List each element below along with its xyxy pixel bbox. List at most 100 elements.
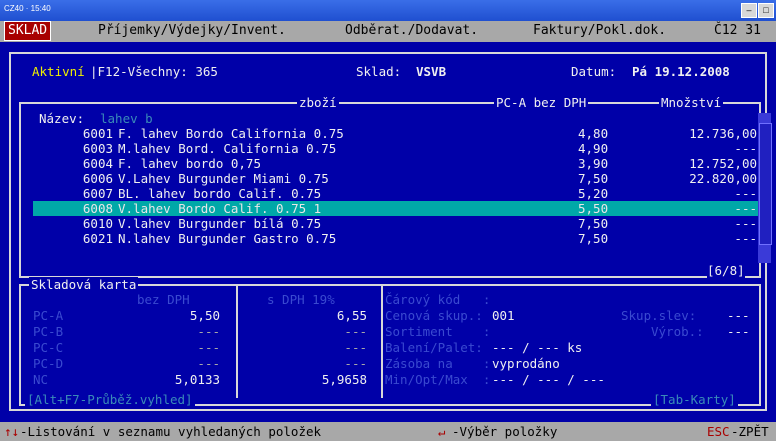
item-number: 6001 [82, 126, 113, 141]
col-qty: Množství [659, 95, 724, 110]
card-title: Skladová karta [29, 277, 139, 292]
item-name: M.lahev Bord. California 0.75 [118, 141, 337, 156]
col-zbozi: zboží [297, 95, 339, 110]
item-price: 7,50 [578, 231, 609, 246]
baleni-label: Balení/Palet: [385, 340, 483, 355]
price-bez-dph: 5,0133 [174, 372, 220, 387]
price-s-dph: --- [344, 324, 367, 339]
list-item[interactable]: 6004 F. lahev bordo 0,75 3,90 12.752,00 [33, 156, 759, 171]
price-bez-dph: --- [197, 340, 220, 355]
vyrob-value: --- [727, 324, 750, 339]
col-price: PC-A bez DPH [494, 95, 589, 110]
cenova-skup-label: Cenová skup.: [385, 308, 483, 323]
item-quantity: --- [734, 231, 757, 246]
maximize-icon[interactable]: □ [758, 3, 774, 18]
card-divider-2 [381, 286, 383, 398]
cenova-skup-value: 001 [492, 308, 515, 323]
zasoba-value: vyprodáno [492, 356, 560, 371]
list-item[interactable]: 6007 BL. lahev bordo Calif. 0.75 5,20 --- [33, 186, 759, 201]
window-titlebar: CZ40 · 15:40 – □ [0, 0, 776, 21]
item-name: F. lahev bordo 0,75 [118, 156, 261, 171]
price-row-label: PC-C [33, 340, 64, 355]
vyrob-label: Výrob.: [651, 324, 704, 339]
item-quantity: --- [734, 141, 757, 156]
price-s-dph: 6,55 [336, 308, 367, 323]
sklad-value: VSVB [416, 64, 447, 79]
item-quantity: 12.736,00 [689, 126, 757, 141]
item-name: V.lahev Bordo Calif. 0.75 1 [118, 201, 322, 216]
item-quantity: 12.752,00 [689, 156, 757, 171]
item-price: 4,80 [578, 126, 609, 141]
item-number: 6021 [82, 231, 113, 246]
item-name: V.lahev Burgunder bílá 0.75 [118, 216, 322, 231]
menu-item-odberat[interactable]: Odběrat./Dodavat. [345, 23, 478, 38]
card-divider-1 [236, 286, 238, 398]
item-price: 4,90 [578, 141, 609, 156]
search-label: Název: [39, 111, 85, 126]
price-bez-dph: 5,50 [189, 308, 220, 323]
main-panel: Aktivní |F12-Všechny: 365 Sklad: VSVB Da… [5, 48, 771, 413]
skup-slev-label: Skup.slev: [621, 308, 697, 323]
alt-f7-search[interactable]: [Alt+F7-Průběž.vyhled] [25, 392, 195, 407]
menu-item-sklad[interactable]: SKLAD [4, 21, 52, 41]
min-opt-max-label: Min/Opt/Max : [385, 372, 491, 387]
list-item[interactable]: 6001 F. lahev Bordo California 0.75 4,80 12… [33, 126, 759, 141]
item-name: F. lahev Bordo California 0.75 [118, 126, 344, 141]
price-row-label: NC [33, 372, 49, 387]
item-quantity: 22.820,00 [689, 171, 757, 186]
menu-bar: SKLAD Příjemky/Výdejky/Invent. Odběrat./… [0, 21, 776, 42]
item-number: 6004 [82, 156, 113, 171]
item-price: 5,50 [578, 201, 609, 216]
filter-all[interactable]: |F12-Všechny: 365 [90, 64, 218, 79]
search-input[interactable]: lahev b [100, 111, 153, 126]
item-price: 7,50 [578, 216, 609, 231]
skup-slev-value: --- [727, 308, 750, 323]
esc-hint: -ZPĚT [731, 424, 769, 439]
enter-icon: ↵ [438, 424, 446, 439]
baleni-value: --- / --- ks [492, 340, 583, 355]
menu-item-prijemky[interactable]: Příjemky/Výdejky/Invent. [98, 23, 286, 38]
select-hint: -Výběr položky [452, 424, 558, 439]
tab-karty[interactable]: [Tab-Karty] [651, 392, 738, 407]
menu-item-c12[interactable]: Č12 31 [714, 23, 761, 38]
price-bez-dph: --- [197, 324, 220, 339]
scrollbar-thumb[interactable] [759, 123, 772, 245]
item-quantity: --- [734, 201, 757, 216]
status-bar: ↑↓ -Listování v seznamu vyhledaných polo… [0, 422, 776, 441]
esc-key[interactable]: ESC [707, 424, 730, 439]
price-bez-dph: --- [197, 356, 220, 371]
menu-item-faktury[interactable]: Faktury/Pokl.dok. [533, 23, 666, 38]
arrows-icon: ↑↓ [4, 424, 20, 439]
price-row-label: PC-B [33, 324, 64, 339]
page-indicator: [6/8] [707, 263, 745, 278]
price-s-dph: --- [344, 356, 367, 371]
min-opt-max-value: --- / --- / --- [492, 372, 605, 387]
list-item[interactable]: 6006 V.Lahev Burgunder Miami 0.75 7,50 22.8… [33, 171, 759, 186]
minimize-icon[interactable]: – [741, 3, 757, 18]
list-item[interactable]: 6003 M.lahev Bord. California 0.75 4,90 --- [33, 141, 759, 156]
price-s-dph: --- [344, 340, 367, 355]
col-bez-dph: bez DPH [137, 292, 190, 307]
price-row-label: PC-D [33, 356, 64, 371]
price-s-dph: 5,9658 [321, 372, 367, 387]
item-number: 6003 [82, 141, 113, 156]
list-item[interactable]: 6008 V.lahev Bordo Calif. 0.75 1 5,50 --- [33, 201, 759, 216]
item-price: 7,50 [578, 171, 609, 186]
item-number: 6010 [82, 216, 113, 231]
item-name: BL. lahev bordo Calif. 0.75 [118, 186, 322, 201]
item-price: 5,20 [578, 186, 609, 201]
item-quantity: --- [734, 186, 757, 201]
filter-active[interactable]: Aktivní [32, 64, 85, 79]
item-number: 6006 [82, 171, 113, 186]
col-s-dph: s DPH 19% [267, 292, 335, 307]
item-number: 6008 [82, 201, 113, 216]
list-item[interactable]: 6021 N.lahev Burgunder Gastro 0.75 7,50 --- [33, 231, 759, 246]
datum-label: Datum: [571, 64, 617, 79]
item-price: 3,90 [578, 156, 609, 171]
list-scrollbar[interactable] [758, 113, 772, 263]
item-name: N.lahev Burgunder Gastro 0.75 [118, 231, 337, 246]
list-item[interactable]: 6010 V.lahev Burgunder bílá 0.75 7,50 --- [33, 216, 759, 231]
window-title: CZ40 · 15:40 [4, 4, 51, 13]
carovy-kod-label: Čárový kód : [385, 292, 491, 307]
sklad-label: Sklad: [356, 64, 402, 79]
